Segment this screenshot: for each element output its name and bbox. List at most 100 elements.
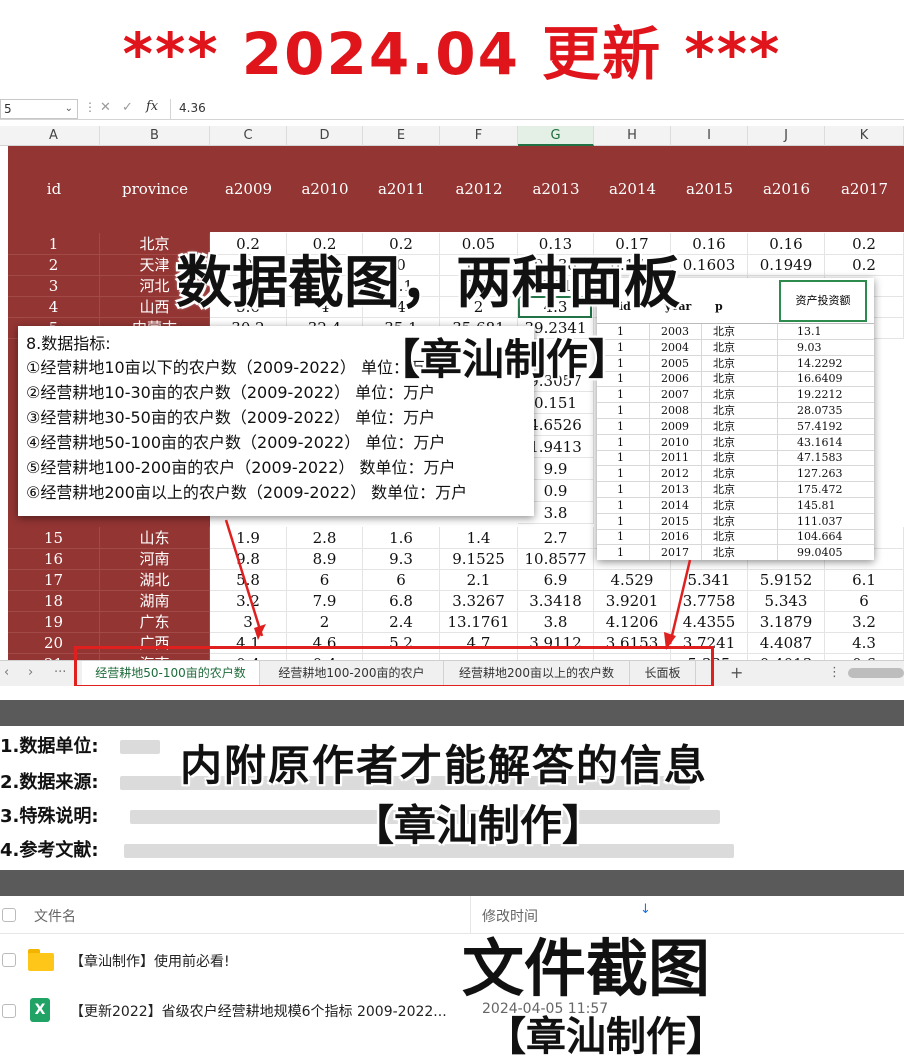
header-cell-a2011[interactable]: a2011 [363, 146, 440, 232]
value-cell[interactable]: 13.1761 [440, 611, 518, 633]
value-cell[interactable]: 0.4013 [748, 653, 825, 660]
value-cell[interactable]: 0.6 [825, 653, 904, 660]
value-cell[interactable]: 0.16 [748, 233, 825, 255]
value-cell[interactable]: 8.9 [287, 548, 363, 570]
header-cell-a2015[interactable]: a2015 [671, 146, 748, 232]
header-cell-a2014[interactable]: a2014 [594, 146, 671, 232]
column-header-b[interactable]: B [100, 126, 210, 146]
header-cell-a2010[interactable]: a2010 [287, 146, 363, 232]
row-checkbox[interactable] [2, 953, 16, 967]
province-cell[interactable]: 湖北 [100, 569, 210, 591]
value-cell[interactable]: 6 [825, 590, 904, 612]
value-cell[interactable]: 2.4 [363, 611, 440, 633]
row-id-cell[interactable]: 19 [8, 611, 100, 633]
column-header-c[interactable]: C [210, 126, 287, 146]
province-cell[interactable]: 河南 [100, 548, 210, 570]
value-cell[interactable]: 5.343 [748, 590, 825, 612]
file-name[interactable]: 【章汕制作】使用前必看! [70, 951, 230, 971]
row-id-cell[interactable]: 2 [8, 254, 100, 276]
row-id-cell[interactable]: 1 [8, 233, 100, 255]
value-cell[interactable]: 3.2 [210, 590, 287, 612]
row-id-cell[interactable]: 17 [8, 569, 100, 591]
insert-function-button[interactable]: fx [146, 99, 158, 114]
value-cell[interactable]: 3.9201 [594, 590, 671, 612]
chevron-down-icon[interactable]: ⌄ [65, 100, 73, 118]
value-cell[interactable]: 0.2 [825, 233, 904, 255]
value-cell[interactable]: 2.1 [440, 569, 518, 591]
province-cell[interactable]: 山东 [100, 527, 210, 549]
value-cell[interactable]: 4.529 [594, 569, 671, 591]
value-cell[interactable]: 6 [287, 569, 363, 591]
province-cell[interactable]: 广东 [100, 611, 210, 633]
header-cell-a2017[interactable]: a2017 [825, 146, 904, 232]
value-cell[interactable]: 0.1949 [748, 254, 825, 276]
value-cell[interactable]: 5.341 [671, 569, 748, 591]
value-cell[interactable]: 6.9 [518, 569, 594, 591]
header-cell-province[interactable]: province [100, 146, 210, 232]
tab-prev-icon[interactable]: ‹ [4, 665, 9, 680]
value-cell[interactable]: 4.3 [825, 632, 904, 654]
tab-more-icon[interactable]: ··· [54, 665, 66, 680]
horizontal-scrollbar[interactable] [848, 668, 904, 678]
value-cell[interactable]: 1.9 [210, 527, 287, 549]
column-header-d[interactable]: D [287, 126, 363, 146]
sort-arrow-icon[interactable]: ↓ [640, 902, 651, 917]
value-cell[interactable]: 9.1525 [440, 548, 518, 570]
value-cell[interactable]: 9.3 [363, 548, 440, 570]
file-name[interactable]: 【更新2022】省级农户经营耕地规模6个指标 2009-2022... [70, 1001, 447, 1021]
header-cell-a2013[interactable]: a2013 [518, 146, 594, 232]
value-cell[interactable]: 1.6 [363, 527, 440, 549]
value-cell[interactable]: 3.3267 [440, 590, 518, 612]
table-row[interactable]: 19 广东 3 2 2.4 13.1761 3.8 4.1206 4.4355 3.1879 3.2 [8, 611, 904, 633]
value-cell[interactable]: 3.8 [518, 611, 594, 633]
row-id-cell[interactable]: 3 [8, 275, 100, 297]
tab-next-icon[interactable]: › [28, 665, 33, 680]
value-cell[interactable]: 4.4087 [748, 632, 825, 654]
value-cell[interactable]: 7.9 [287, 590, 363, 612]
value-cell[interactable]: 10.8577 [518, 548, 594, 570]
sheet-options-icon[interactable]: ⋮ [828, 665, 841, 680]
value-cell[interactable]: 0.16 [671, 233, 748, 255]
value-cell[interactable]: 4.4355 [671, 611, 748, 633]
row-id-cell[interactable]: 15 [8, 527, 100, 549]
header-cell-a2016[interactable]: a2016 [748, 146, 825, 232]
column-name-header[interactable]: 文件名 [34, 906, 76, 926]
column-header-g[interactable]: G [518, 126, 594, 146]
column-header-f[interactable]: F [440, 126, 518, 146]
value-cell[interactable]: 2.7 [518, 527, 594, 549]
row-id-cell[interactable]: 16 [8, 548, 100, 570]
value-cell[interactable]: 3.3418 [518, 590, 594, 612]
file-row[interactable]: 【章汕制作】使用前必看! [0, 936, 904, 984]
formula-input[interactable]: 4.36 [170, 99, 904, 119]
column-header-a[interactable]: A [8, 126, 100, 146]
value-cell[interactable]: 6 [363, 569, 440, 591]
column-header-i[interactable]: I [671, 126, 748, 146]
column-header-e[interactable]: E [363, 126, 440, 146]
cancel-icon[interactable]: ✕ [100, 100, 111, 115]
table-row[interactable]: 18 湖南 3.2 7.9 6.8 3.3267 3.3418 3.9201 3.7758 5.3… [8, 590, 904, 612]
header-cell-a2009[interactable]: a2009 [210, 146, 287, 232]
column-header-h[interactable]: H [594, 126, 671, 146]
row-checkbox[interactable] [2, 1004, 16, 1018]
header-cell-id[interactable]: id [8, 146, 100, 232]
value-cell[interactable]: 3.7758 [671, 590, 748, 612]
select-all-checkbox[interactable] [2, 908, 16, 922]
value-cell[interactable]: 2 [287, 611, 363, 633]
row-id-cell[interactable]: 4 [8, 296, 100, 318]
value-cell[interactable]: 0.1603 [671, 254, 748, 276]
header-cell-a2012[interactable]: a2012 [440, 146, 518, 232]
value-cell[interactable]: 5.8 [210, 569, 287, 591]
value-cell[interactable]: 2.8 [287, 527, 363, 549]
table-row[interactable]: 17 湖北 5.8 6 6 2.1 6.9 4.529 5.341 5.9152 6.1 [8, 569, 904, 591]
value-cell[interactable]: 3.2 [825, 611, 904, 633]
value-cell[interactable]: 3.1879 [748, 611, 825, 633]
row-id-cell[interactable]: 18 [8, 590, 100, 612]
value-cell[interactable]: 5.9152 [748, 569, 825, 591]
file-row[interactable]: X 【更新2022】省级农户经营耕地规模6个指标 2009-2022... 20… [0, 986, 904, 1034]
name-box[interactable]: 5 ⌄ [0, 99, 78, 119]
value-cell[interactable]: 6.8 [363, 590, 440, 612]
column-header-j[interactable]: J [748, 126, 825, 146]
value-cell[interactable]: 1.4 [440, 527, 518, 549]
value-cell[interactable]: 0.2 [825, 254, 904, 276]
province-cell[interactable]: 湖南 [100, 590, 210, 612]
